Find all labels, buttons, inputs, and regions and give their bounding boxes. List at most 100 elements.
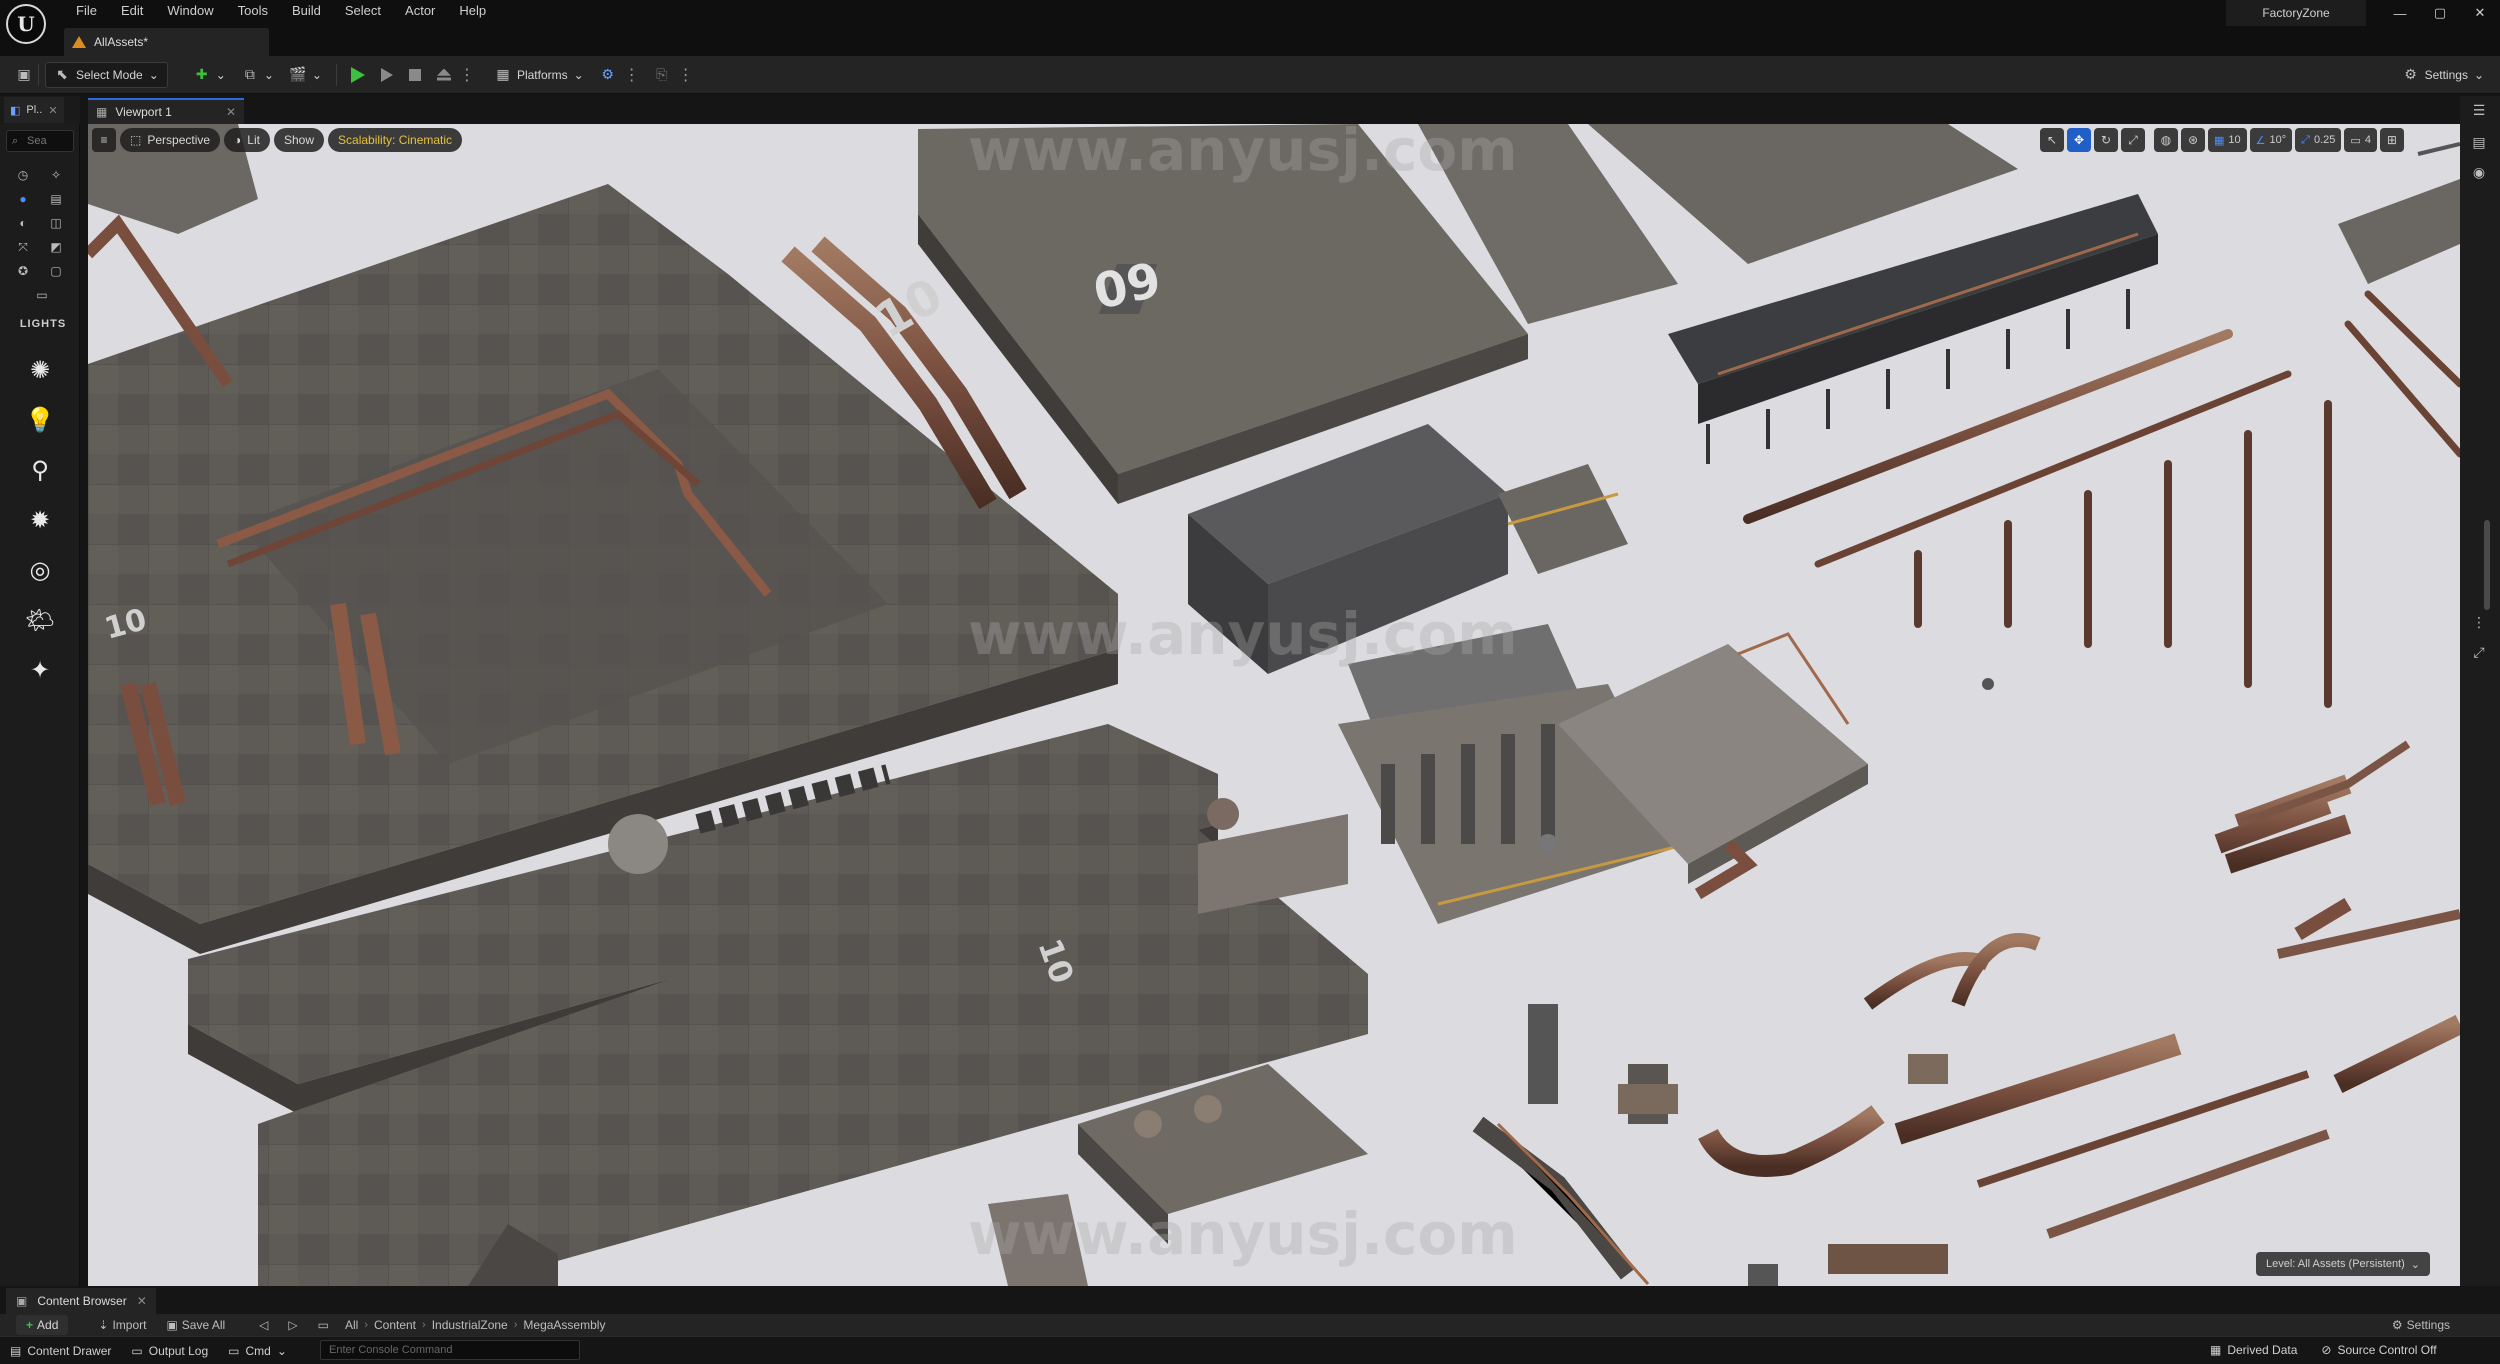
basic-icon[interactable]: ✧ [47,166,65,184]
scale-tool-icon[interactable]: ⤢ [2121,128,2145,152]
stop-button[interactable] [401,62,429,88]
save-all-button[interactable]: ▣ Save All [156,1318,235,1332]
maximize-icon[interactable]: ▢ [2420,0,2460,26]
sky-light-icon[interactable]: ◎ [10,546,70,594]
directional-light-icon[interactable]: ✺ [10,346,70,394]
place-actors-tab[interactable]: ◧ Pl.. ✕ [4,97,64,123]
perspective-dropdown[interactable]: ⬚ Perspective [120,128,221,152]
translate-tool-icon[interactable]: ✥ [2067,128,2091,152]
level-status-pill[interactable]: Level: All Assets (Persistent) ⌄ [2256,1252,2430,1276]
geometry-icon[interactable]: ◩ [47,238,65,256]
viewport-tab[interactable]: ▦ Viewport 1 ✕ [88,98,244,124]
source-control-status[interactable]: ⊘ Source Control Off [2311,1337,2446,1363]
close-icon[interactable]: ✕ [2460,0,2500,26]
scrollbar-thumb[interactable] [2484,520,2490,610]
content-browser-settings[interactable]: ⚙ Settings [2382,1318,2460,1332]
close-tab-icon[interactable]: ✕ [226,105,236,119]
rect-light-icon[interactable]: ✹ [10,496,70,544]
level-tab[interactable]: AllAssets* [64,28,269,56]
play-button[interactable] [343,62,373,88]
expand-icon[interactable]: ⋮ [2466,610,2492,634]
add-actor-dropdown[interactable]: ✚ ⌄ [186,62,234,88]
cmd-dropdown[interactable]: ▭ Cmd ⌄ [218,1338,297,1364]
sky-atmosphere-icon[interactable]: 🌤 [10,596,70,644]
surface-snap-icon[interactable]: ⊛ [2181,128,2205,152]
viewport-layout-icon[interactable]: ⊞ [2379,128,2404,152]
unreal-logo-icon[interactable]: U [6,4,46,44]
pin-icon[interactable]: ⤢ [2466,640,2492,664]
hamburger-menu-icon[interactable]: ≡ [92,128,116,152]
back-icon[interactable]: ◁ [249,1318,278,1332]
scalability-warning[interactable]: Scalability: Cinematic [328,128,463,152]
viewport-tab-bar [80,96,2466,124]
visual-effects-icon[interactable]: ◫ [47,214,65,232]
recent-icon[interactable]: ◷ [14,166,32,184]
select-tool-icon[interactable]: ↖ [2040,128,2064,152]
close-tab-icon[interactable]: ✕ [48,104,57,117]
breadcrumb-industrialzone[interactable]: IndustrialZone [426,1318,514,1332]
visibility-icon[interactable]: ◉ [2466,160,2492,184]
rotate-snap-toggle[interactable]: ∠ 10° [2249,128,2293,152]
menu-file[interactable]: File [64,0,109,22]
spot-light-icon[interactable]: ⚲ [10,446,70,494]
menu-edit[interactable]: Edit [109,0,155,22]
level-viewport[interactable]: 09 10 10 10 www.anyusj.com www.anyusj.co… [88,124,2460,1286]
volumes-icon[interactable]: ⤧ [14,238,32,256]
lit-dropdown[interactable]: ◑ Lit [224,128,270,152]
details-icon[interactable]: ▤ [2466,130,2492,154]
show-dropdown[interactable]: Show [273,128,325,152]
eject-button[interactable] [429,62,459,88]
import-button[interactable]: ⇣ Import [88,1318,156,1332]
scale-snap-icon: ⤢ [2301,133,2310,146]
menu-help[interactable]: Help [447,0,498,22]
shapes-icon[interactable]: ▤ [47,190,65,208]
breadcrumb-megaassembly[interactable]: MegaAssembly [517,1318,611,1332]
lights-category-icon[interactable]: ● [14,190,32,208]
menu-select[interactable]: Select [333,0,393,22]
scale-snap-toggle[interactable]: ⤢ 0.25 [2295,128,2342,152]
world-local-icon[interactable]: ◍ [2154,128,2178,152]
place-actors-search[interactable]: ⌕ Sea [6,130,74,152]
cinematics-dropdown[interactable]: 🎬 ⌄ [282,62,330,88]
all-classes-icon[interactable]: ✪ [14,262,32,280]
content-browser-tab[interactable]: ▣ Content Browser ✕ [6,1288,156,1314]
placeholder-icon[interactable]: ▢ [47,262,65,280]
toolbar-kebab-icon[interactable]: ⋮ [678,65,694,85]
more-categories-icon[interactable]: ▭ [33,286,51,304]
menu-tools[interactable]: Tools [226,0,280,22]
breadcrumb-all[interactable]: All [339,1318,364,1332]
content-drawer-button[interactable]: ▤ Content Drawer [0,1338,121,1364]
settings-dropdown[interactable]: ⚙ Settings ⌄ [2395,62,2492,88]
rotate-tool-icon[interactable]: ↻ [2094,128,2118,152]
output-log-label: Output Log [148,1343,209,1358]
menu-build[interactable]: Build [280,0,333,22]
add-button[interactable]: + Add [16,1315,69,1335]
menu-window[interactable]: Window [155,0,225,22]
select-mode-dropdown[interactable]: ⬉ Select Mode ⌄ [45,61,168,88]
output-log-button[interactable]: ▭ Output Log [121,1338,218,1364]
platforms-dropdown[interactable]: ▦ Platforms ⌄ [487,62,592,88]
menu-actor[interactable]: Actor [393,0,447,22]
blueprint-dropdown[interactable]: ⧉ ⌄ [234,62,282,88]
source-control-off-icon: ⊘ [2321,1343,2332,1357]
outliner-icon[interactable]: ☰ [2466,98,2492,122]
cinematic-icon[interactable]: ◐ [14,214,32,232]
project-launcher-button[interactable]: ⚙ [592,62,624,88]
exponential-fog-icon[interactable]: ✦ [10,646,70,694]
close-tab-icon[interactable]: ✕ [137,1294,147,1308]
step-button[interactable] [373,62,401,88]
breadcrumb-content[interactable]: Content [368,1318,422,1332]
camera-speed-dropdown[interactable]: ▭ 4 [2344,128,2377,152]
launcher-kebab-icon[interactable]: ⋮ [624,65,640,85]
source-control-button[interactable]: ⎘ [646,62,678,88]
play-options-kebab-icon[interactable]: ⋮ [459,65,475,85]
grid-snap-toggle[interactable]: ▦ 10 [2208,128,2247,152]
scene-render[interactable]: 09 10 10 10 www.anyusj.com www.anyusj.co… [88,124,2460,1286]
forward-icon[interactable]: ▷ [278,1318,307,1332]
point-light-icon[interactable]: 💡 [10,396,70,444]
save-icon[interactable]: ▣ [16,66,32,83]
console-input[interactable]: Enter Console Command [320,1340,580,1360]
minimize-icon[interactable]: — [2380,0,2420,26]
derived-data-button[interactable]: ▦ Derived Data [2200,1337,2307,1363]
folder-icon[interactable]: ▭ [308,1318,339,1332]
